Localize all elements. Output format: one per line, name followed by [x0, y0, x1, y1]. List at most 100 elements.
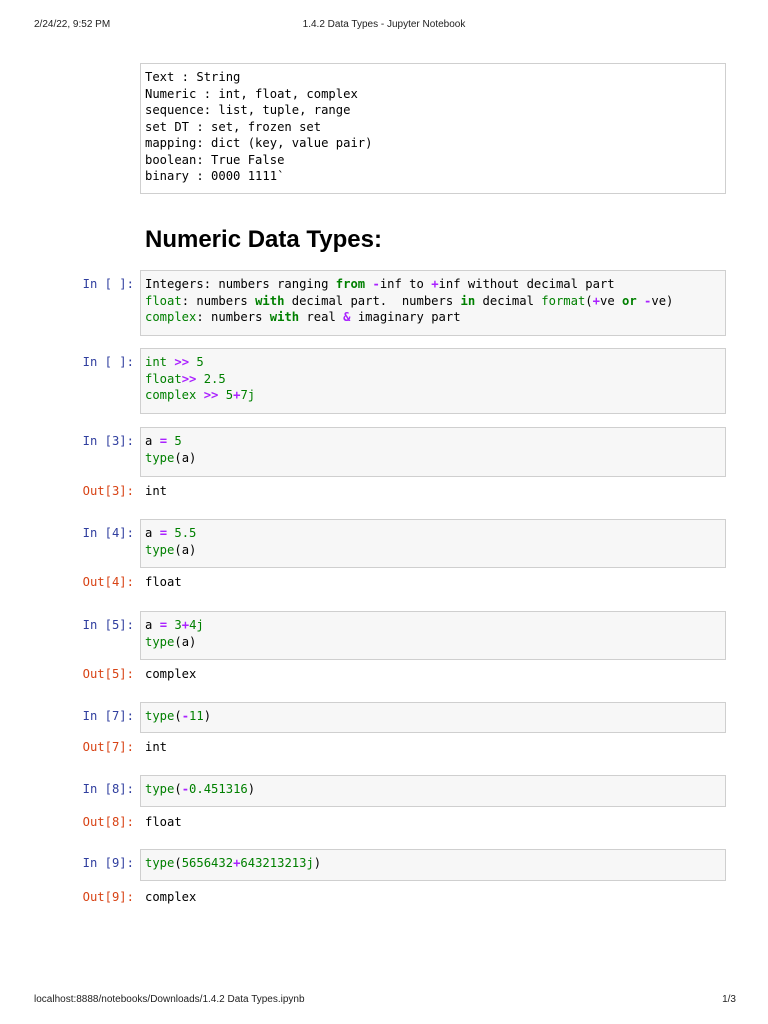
code-token: (	[174, 856, 182, 870]
output-prompt: Out[3]:	[82, 484, 134, 498]
code-token: a	[145, 526, 160, 540]
code-cell-input[interactable]: a = 3+4j type(a)	[140, 611, 726, 660]
code-token: (a)	[174, 450, 197, 465]
code-token: 2.5	[203, 371, 226, 386]
cell-output: complex	[145, 890, 197, 904]
code-token: +	[181, 618, 190, 632]
code-token: )	[313, 856, 322, 870]
input-prompt: In [7]:	[82, 709, 134, 723]
code-token: 643213213j	[240, 856, 314, 870]
markdown-line: mapping: dict (key, value pair)	[145, 136, 373, 150]
code-token: inf without decimal part	[438, 277, 615, 291]
output-prompt: Out[8]:	[82, 815, 134, 829]
print-title: 1.4.2 Data Types - Jupyter Notebook	[302, 19, 466, 30]
code-cell-input[interactable]: int >> 5 float>> 2.5 complex >> 5+7j	[140, 348, 726, 414]
code-token: >>	[181, 371, 197, 386]
code-token: real	[299, 310, 344, 324]
code-token: (	[174, 709, 182, 723]
code-token: type	[145, 782, 175, 796]
input-prompt: In [ ]:	[82, 277, 134, 291]
code-token: Integers: numbers ranging	[145, 277, 336, 291]
code-token: or	[622, 293, 637, 308]
code-token: 5	[174, 434, 182, 448]
code-line: complex: numbers with real & imaginary p…	[145, 309, 721, 326]
code-token: type	[145, 856, 175, 870]
code-token: -	[372, 277, 380, 291]
section-heading: Numeric Data Types:	[145, 226, 382, 253]
input-prompt: In [5]:	[82, 618, 134, 632]
input-prompt: In [8]:	[82, 782, 134, 796]
code-token: >>	[174, 355, 190, 369]
input-prompt: In [9]:	[82, 856, 134, 870]
cell-output: complex	[145, 667, 197, 681]
code-line: a = 5.5	[145, 525, 721, 542]
code-token: : numbers	[196, 310, 270, 324]
cell-output: float	[145, 815, 182, 829]
markdown-cell[interactable]: Text : String Numeric : int, float, compl…	[140, 63, 726, 194]
code-cell-input[interactable]: type(5656432+643213213j)	[140, 849, 726, 881]
code-token: from	[335, 277, 366, 291]
code-token: )	[203, 709, 212, 723]
code-cell-input[interactable]: Integers: numbers ranging from -inf to +…	[140, 270, 726, 336]
code-token: format	[541, 293, 586, 308]
code-token: (a)	[174, 634, 197, 649]
code-token: inf to	[379, 277, 432, 291]
code-token: float	[145, 293, 182, 308]
code-token: -	[181, 782, 190, 796]
input-prompt: In [4]:	[82, 526, 134, 540]
code-token: =	[159, 434, 168, 448]
code-line: float>> 2.5	[145, 371, 721, 388]
code-token: =	[159, 526, 168, 540]
code-line: int >> 5	[145, 354, 721, 371]
code-token: >>	[203, 388, 219, 402]
code-line: type(5656432+643213213j)	[145, 855, 721, 872]
code-token: )	[247, 782, 256, 796]
output-prompt: Out[4]:	[82, 575, 134, 589]
code-token: in	[460, 293, 476, 308]
code-token: 5	[225, 388, 234, 402]
code-token: +	[592, 293, 600, 308]
markdown-line: boolean: True False	[145, 152, 285, 167]
code-line: float: numbers with decimal part. number…	[145, 293, 721, 310]
code-token: with	[255, 293, 285, 308]
code-line: Integers: numbers ranging from -inf to +…	[145, 276, 721, 293]
code-token: 7j	[240, 388, 256, 402]
code-token: (	[585, 293, 593, 308]
code-cell-input[interactable]: type(-0.451316)	[140, 775, 726, 807]
code-token: int	[145, 355, 168, 369]
code-token: 5656432	[181, 856, 234, 870]
code-line: type(a)	[145, 634, 721, 651]
cell-output: int	[145, 740, 168, 754]
notebook-page: 2/24/22, 9:52 PM 1.4.2 Data Types - Jupy…	[0, 0, 768, 1024]
code-line: type(a)	[145, 450, 721, 467]
code-line: type(-0.451316)	[145, 781, 721, 798]
page-number: 1/3	[722, 994, 736, 1005]
code-token: a	[145, 618, 160, 632]
code-token: type	[145, 634, 175, 649]
code-token: type	[145, 709, 175, 723]
code-line: a = 5	[145, 433, 721, 450]
code-cell-input[interactable]: a = 5.5 type(a)	[140, 519, 726, 568]
code-token: type	[145, 450, 175, 465]
code-token: float	[145, 371, 182, 386]
output-prompt: Out[7]:	[82, 740, 134, 754]
input-prompt: In [ ]:	[82, 355, 134, 369]
output-prompt: Out[9]:	[82, 890, 134, 904]
code-cell-input[interactable]: a = 5 type(a)	[140, 427, 726, 477]
code-token: 4j	[189, 618, 204, 632]
code-token: type	[145, 542, 175, 557]
code-token: : numbers	[181, 293, 256, 308]
code-token: +	[431, 277, 439, 291]
code-cell-input[interactable]: type(-11)	[140, 702, 726, 733]
code-token: imaginary part	[350, 310, 461, 324]
print-url: localhost:8888/notebooks/Downloads/1.4.2…	[34, 994, 305, 1005]
code-token: 5.5	[174, 526, 197, 540]
markdown-line: binary : 0000 1111`	[145, 169, 285, 183]
code-token: ve)	[651, 293, 674, 308]
code-token: =	[159, 618, 168, 632]
code-token: complex	[145, 310, 197, 324]
